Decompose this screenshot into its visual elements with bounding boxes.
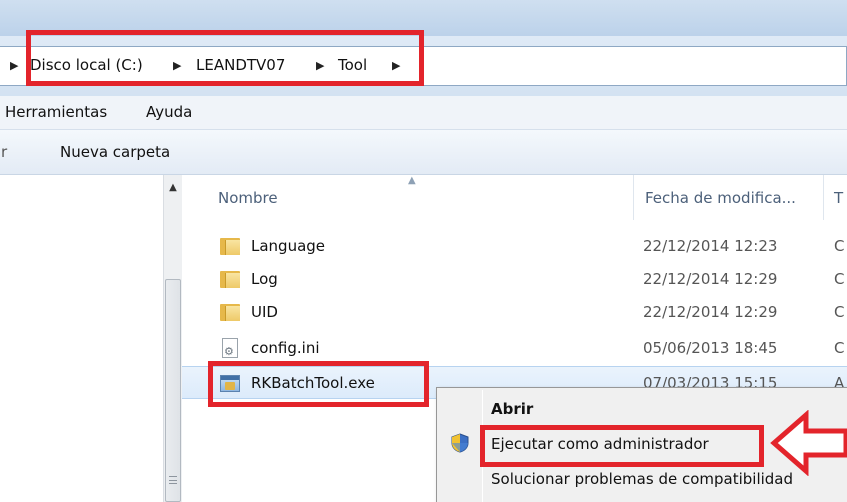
menu-herramientas[interactable]: Herramientas <box>5 103 107 121</box>
file-date: 22/12/2014 12:29 <box>643 303 778 321</box>
file-highlight-box <box>208 361 429 407</box>
file-row-uid[interactable]: UID 22/12/2014 12:29 C <box>182 296 847 329</box>
file-name: Log <box>251 270 278 288</box>
menu-bar: Herramientas Ayuda <box>0 96 847 130</box>
command-bar: r Nueva carpeta <box>0 130 847 175</box>
left-arrow-icon <box>770 410 847 476</box>
scroll-thumb[interactable] <box>165 279 181 502</box>
address-highlight-box <box>26 30 424 86</box>
new-folder-button[interactable]: Nueva carpeta <box>60 143 170 161</box>
scroll-grip-icon <box>169 476 177 484</box>
file-type: C <box>834 303 845 321</box>
column-header-name[interactable]: Nombre <box>218 189 278 207</box>
column-divider[interactable] <box>823 175 824 220</box>
file-date: 22/12/2014 12:29 <box>643 270 778 288</box>
file-name: Language <box>251 237 326 255</box>
navigation-scrollbar[interactable]: ▲ <box>163 175 182 502</box>
folder-icon <box>220 271 240 288</box>
column-header-type[interactable]: T <box>834 189 843 207</box>
folder-icon <box>220 238 240 255</box>
folder-icon <box>220 304 240 321</box>
navigation-pane[interactable] <box>0 175 182 502</box>
file-date: 05/06/2013 18:45 <box>643 339 778 357</box>
menu-ayuda[interactable]: Ayuda <box>146 103 192 121</box>
file-name: config.ini <box>251 339 320 357</box>
file-row-language[interactable]: Language 22/12/2014 12:23 C <box>182 230 847 263</box>
uac-shield-icon <box>451 433 469 453</box>
file-row-log[interactable]: Log 22/12/2014 12:29 C <box>182 263 847 296</box>
file-type: C <box>834 270 845 288</box>
file-type: C <box>834 339 845 357</box>
column-header-date[interactable]: Fecha de modifica... <box>645 189 796 207</box>
command-cut-off-label: r <box>1 143 8 161</box>
sort-ascending-icon: ▲ <box>408 175 416 186</box>
file-name: UID <box>251 303 278 321</box>
admin-highlight-box <box>480 425 764 467</box>
menu-item-troubleshoot-compatibility[interactable]: Solucionar problemas de compatibilidad <box>491 470 793 488</box>
config-file-icon: ⚙ <box>222 338 238 358</box>
column-divider[interactable] <box>633 175 634 220</box>
file-type: C <box>834 237 845 255</box>
menu-item-open[interactable]: Abrir <box>491 400 533 418</box>
file-date: 22/12/2014 12:23 <box>643 237 778 255</box>
scroll-up-arrow-icon[interactable]: ▲ <box>164 175 182 201</box>
breadcrumb-separator-icon[interactable]: ▶ <box>10 56 18 76</box>
